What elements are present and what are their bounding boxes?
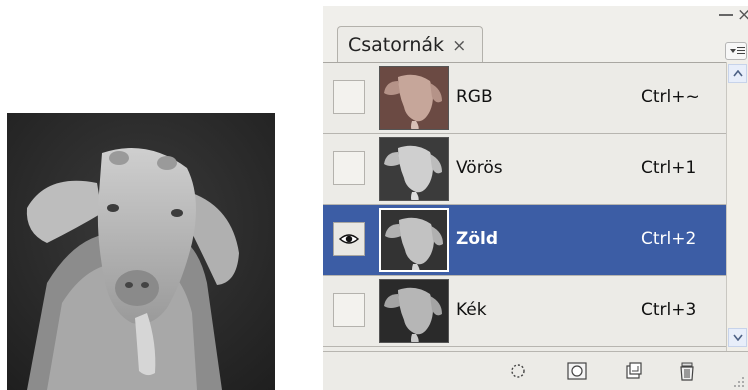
visibility-toggle[interactable] — [333, 80, 365, 114]
panel-close-icon[interactable]: × — [737, 5, 748, 25]
channel-list: RGB Ctrl+~ Vörös Ctrl+1 Zöld Ctrl+2 Kék … — [323, 62, 726, 352]
channel-shortcut: Ctrl+1 — [641, 158, 697, 178]
channel-row-blue[interactable]: Kék Ctrl+3 — [323, 276, 726, 347]
channel-name: Zöld — [456, 229, 499, 249]
tab-channels[interactable]: Csatornák × — [337, 26, 483, 64]
channel-name: RGB — [456, 87, 493, 107]
channel-shortcut: Ctrl+~ — [641, 87, 700, 107]
load-channel-as-selection-icon[interactable] — [509, 362, 527, 380]
goat-grayscale-image — [7, 113, 275, 390]
channel-thumbnail — [379, 279, 449, 343]
delete-channel-icon[interactable] — [679, 362, 695, 381]
channel-name: Kék — [456, 300, 487, 320]
channel-name: Vörös — [456, 158, 503, 178]
channel-shortcut: Ctrl+2 — [641, 229, 697, 249]
panel-menu-icon[interactable] — [725, 42, 747, 60]
save-selection-as-channel-icon[interactable] — [567, 362, 587, 380]
channel-row-green[interactable]: Zöld Ctrl+2 — [323, 205, 726, 276]
channel-thumbnail — [379, 208, 449, 272]
chevron-down-icon — [733, 334, 743, 341]
channel-thumbnail — [379, 137, 449, 201]
tab-label: Csatornák — [348, 34, 445, 56]
visibility-toggle[interactable] — [333, 293, 365, 327]
vertical-scrollbar[interactable] — [726, 62, 748, 351]
resize-grip-icon[interactable] — [733, 376, 745, 388]
chevron-up-icon — [733, 70, 743, 77]
panel-header: Csatornák × × — [323, 5, 748, 64]
scroll-up-button[interactable] — [728, 64, 747, 83]
new-channel-icon[interactable] — [625, 362, 643, 380]
channel-preview-image — [7, 113, 275, 390]
visibility-toggle[interactable] — [333, 151, 365, 185]
scroll-down-button[interactable] — [728, 328, 747, 347]
tab-close-icon[interactable]: × — [452, 36, 466, 56]
channel-shortcut: Ctrl+3 — [641, 300, 697, 320]
panel-minimize-icon[interactable] — [719, 14, 733, 16]
panel-footer — [323, 351, 748, 390]
channel-row-red[interactable]: Vörös Ctrl+1 — [323, 134, 726, 205]
eye-icon — [339, 234, 359, 244]
channel-row-rgb[interactable]: RGB Ctrl+~ — [323, 63, 726, 134]
channels-panel: Csatornák × × RGB Ctrl+~ Vörös Ctrl+1 Zö… — [323, 5, 748, 390]
channel-thumbnail — [379, 66, 449, 130]
visibility-toggle[interactable] — [333, 222, 365, 256]
